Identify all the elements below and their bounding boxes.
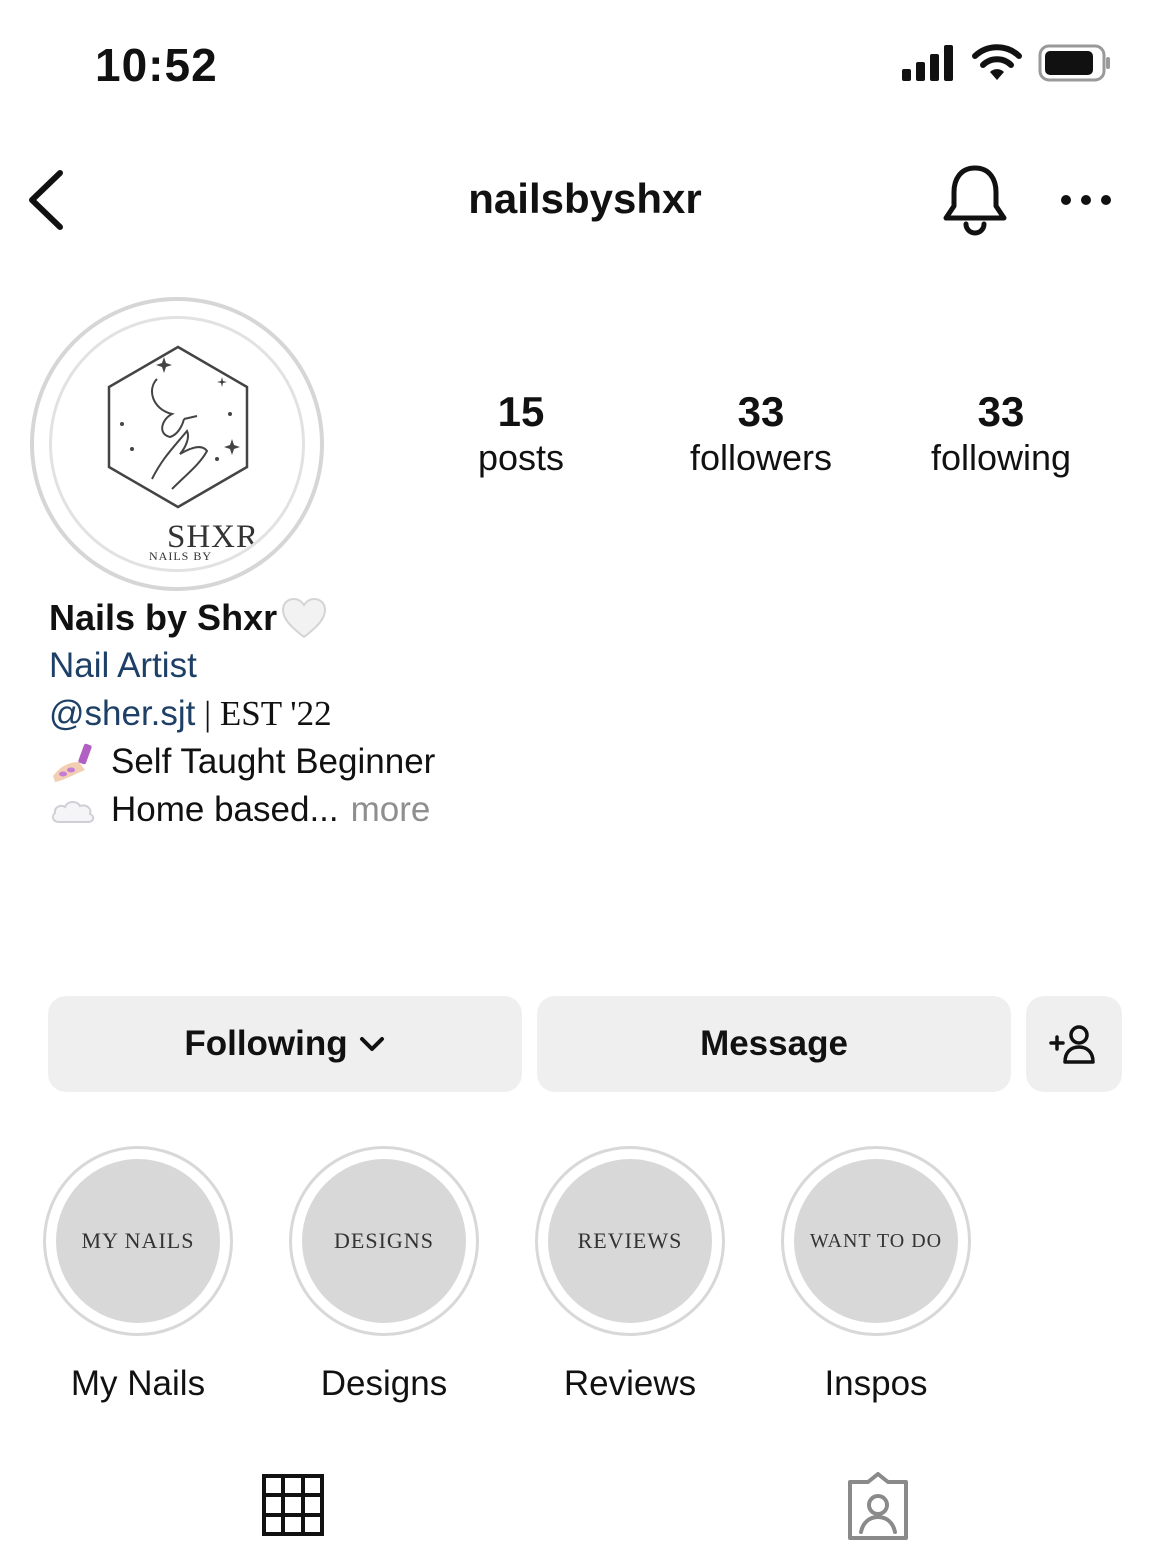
battery-icon <box>1038 44 1110 82</box>
bio-line-2-text: Home based... <box>111 790 339 829</box>
highlight-reviews[interactable]: REVIEWS Reviews <box>535 1146 725 1404</box>
mention-link[interactable]: @sher.sjt <box>49 690 195 738</box>
stat-followers[interactable]: 33 followers <box>651 388 871 480</box>
est-text: | EST '22 <box>195 694 332 733</box>
bio-line-2: Home based... more <box>49 786 749 834</box>
highlight-my-nails[interactable]: MY NAILS My Nails <box>43 1146 233 1404</box>
stat-label: followers <box>689 437 833 478</box>
highlight-ring: REVIEWS <box>535 1146 725 1336</box>
highlight-cover: MY NAILS <box>56 1159 220 1323</box>
highlight-ring: WANT TO DO <box>781 1146 971 1336</box>
bio-handle-line: @sher.sjt | EST '22 <box>49 690 749 738</box>
highlight-label: Inspos <box>824 1364 928 1403</box>
profile-name: Nails by Shxr <box>49 594 749 642</box>
following-button[interactable]: Following <box>48 996 522 1092</box>
highlight-designs[interactable]: DESIGNS Designs <box>289 1146 479 1404</box>
following-button-label: Following <box>184 1024 348 1063</box>
signal-icon <box>902 45 953 81</box>
wifi-icon <box>972 44 1022 80</box>
stat-label: following <box>930 437 1072 478</box>
highlight-label: Designs <box>320 1364 448 1403</box>
profile-bio: Nails by Shxr Nail Artist @sher.sjt | ES… <box>49 594 749 834</box>
stat-following[interactable]: 33 following <box>891 388 1111 480</box>
more-icon[interactable] <box>1058 186 1114 214</box>
stat-label: posts <box>477 437 565 478</box>
stat-value: 33 <box>977 388 1025 435</box>
more-link[interactable]: more <box>351 786 431 834</box>
stat-value: 33 <box>737 388 785 435</box>
profile-category: Nail Artist <box>49 646 197 685</box>
status-icons <box>902 44 1112 82</box>
tagged-tab-icon[interactable] <box>844 1472 912 1542</box>
bio-line-1-text: Self Taught Beginner <box>111 742 436 781</box>
message-button[interactable]: Message <box>537 996 1011 1092</box>
bio-line-1: Self Taught Beginner <box>49 738 749 786</box>
logo-sub-text: NAILS BY <box>149 549 213 563</box>
highlight-cover: REVIEWS <box>548 1159 712 1323</box>
status-time: 10:52 <box>95 39 218 91</box>
avatar-logo: SHXR NAILS BY <box>49 316 305 572</box>
cloud-emoji-icon <box>51 801 95 823</box>
highlight-inspos[interactable]: WANT TO DO Inspos <box>781 1146 971 1404</box>
chevron-down-icon <box>359 1037 384 1051</box>
stat-posts[interactable]: 15 posts <box>411 388 631 480</box>
profile-name-text: Nails by Shxr <box>49 597 278 638</box>
grid-tab-icon[interactable] <box>262 1474 324 1536</box>
white-heart-icon <box>282 597 327 639</box>
add-user-icon <box>1049 1025 1095 1064</box>
highlight-ring: MY NAILS <box>43 1146 233 1336</box>
bell-icon[interactable] <box>940 162 1010 236</box>
profile-avatar[interactable]: SHXR NAILS BY <box>30 297 324 591</box>
highlight-label: My Nails <box>70 1364 206 1403</box>
nail-polish-emoji-icon <box>53 743 92 782</box>
highlight-ring: DESIGNS <box>289 1146 479 1336</box>
highlight-cover: DESIGNS <box>302 1159 466 1323</box>
add-user-button[interactable] <box>1026 996 1122 1092</box>
message-button-label: Message <box>700 1024 848 1063</box>
stat-value: 15 <box>497 388 545 435</box>
highlight-label: Reviews <box>563 1364 697 1403</box>
highlight-cover: WANT TO DO <box>794 1159 958 1323</box>
